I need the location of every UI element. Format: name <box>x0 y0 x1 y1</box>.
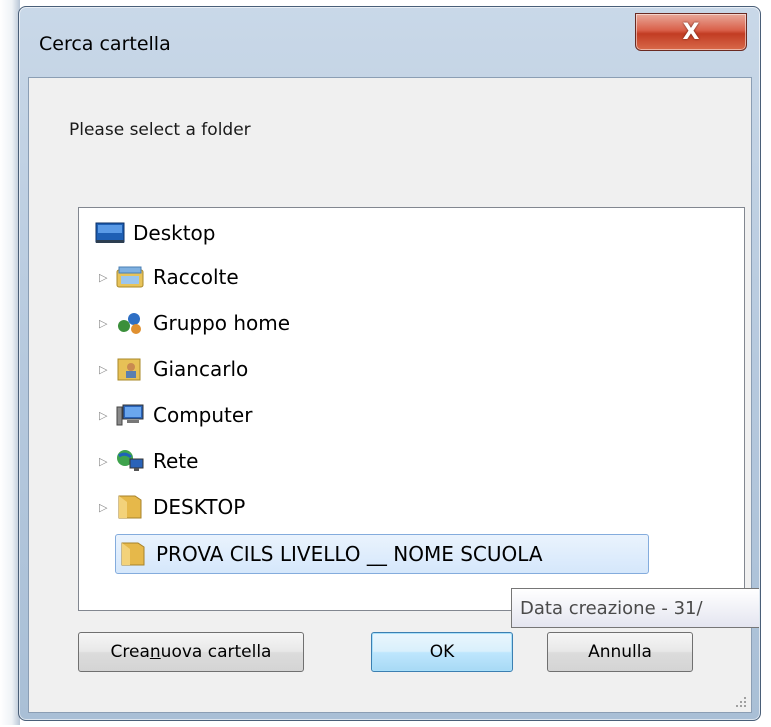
ok-button-label: OK <box>429 642 455 662</box>
tree-item-prova-cils-selected[interactable]: PROVA CILS LIVELLO __ NOME SCUOLA <box>115 534 649 574</box>
tree-item-raccolte[interactable]: ▷ Raccolte <box>99 258 239 296</box>
tree-item-gruppo-home[interactable]: ▷ Gruppo home <box>99 304 290 342</box>
browse-folder-dialog: Cerca cartella X Please select a folder … <box>18 6 761 721</box>
expand-arrow-icon[interactable]: ▷ <box>99 409 115 422</box>
background-window-edge <box>0 0 20 725</box>
folder-tree[interactable]: Desktop ▷ Raccolte ▷ Gruppo home ▷ Gianc… <box>78 207 745 611</box>
tree-item-label: PROVA CILS LIVELLO __ NOME SCUOLA <box>156 542 543 566</box>
tree-item-label: Desktop <box>133 221 216 245</box>
expand-arrow-icon[interactable]: ▷ <box>99 271 115 284</box>
dialog-title: Cerca cartella <box>39 33 171 55</box>
tree-item-giancarlo[interactable]: ▷ Giancarlo <box>99 350 248 388</box>
tree-item-label: Gruppo home <box>153 311 291 335</box>
cancel-button-label: Annulla <box>588 642 652 662</box>
tree-item-computer[interactable]: ▷ Computer <box>99 396 252 434</box>
homegroup-icon <box>115 310 145 336</box>
cancel-button[interactable]: Annulla <box>547 632 693 672</box>
new-folder-label-pre: Crea <box>110 642 150 662</box>
folder-icon <box>115 494 145 520</box>
tree-item-label: Giancarlo <box>153 357 249 381</box>
close-icon: X <box>682 19 700 45</box>
expand-arrow-icon[interactable]: ▷ <box>99 363 115 376</box>
network-icon <box>115 448 145 474</box>
dialog-client-area: Please select a folder Desktop ▷ Raccolt… <box>28 77 759 713</box>
libraries-icon <box>115 264 145 290</box>
creation-date-tooltip: Data creazione - 31/ <box>511 588 759 628</box>
new-folder-label-post: uova cartella <box>160 642 272 662</box>
tree-item-rete[interactable]: ▷ Rete <box>99 442 198 480</box>
expand-arrow-icon[interactable]: ▷ <box>99 501 115 514</box>
tree-item-label: DESKTOP <box>153 495 246 519</box>
tree-item-label: Raccolte <box>153 265 239 289</box>
ok-button[interactable]: OK <box>371 632 513 672</box>
tree-item-label: Computer <box>153 403 253 427</box>
new-folder-button[interactable]: Crea n uova cartella <box>78 632 304 672</box>
tree-item-desktop[interactable]: Desktop <box>95 214 215 252</box>
expand-arrow-icon[interactable]: ▷ <box>99 455 115 468</box>
folder-icon <box>118 541 148 567</box>
tree-item-desktop-folder[interactable]: ▷ DESKTOP <box>99 488 245 526</box>
resize-grip-icon[interactable] <box>733 694 747 708</box>
tree-item-label: Rete <box>153 449 199 473</box>
computer-icon <box>115 402 145 428</box>
new-folder-mnemonic: n <box>149 642 161 662</box>
close-button[interactable]: X <box>635 13 747 51</box>
user-folder-icon <box>115 356 145 382</box>
dialog-prompt: Please select a folder <box>69 120 251 140</box>
desktop-icon <box>95 220 125 246</box>
expand-arrow-icon[interactable]: ▷ <box>99 317 115 330</box>
